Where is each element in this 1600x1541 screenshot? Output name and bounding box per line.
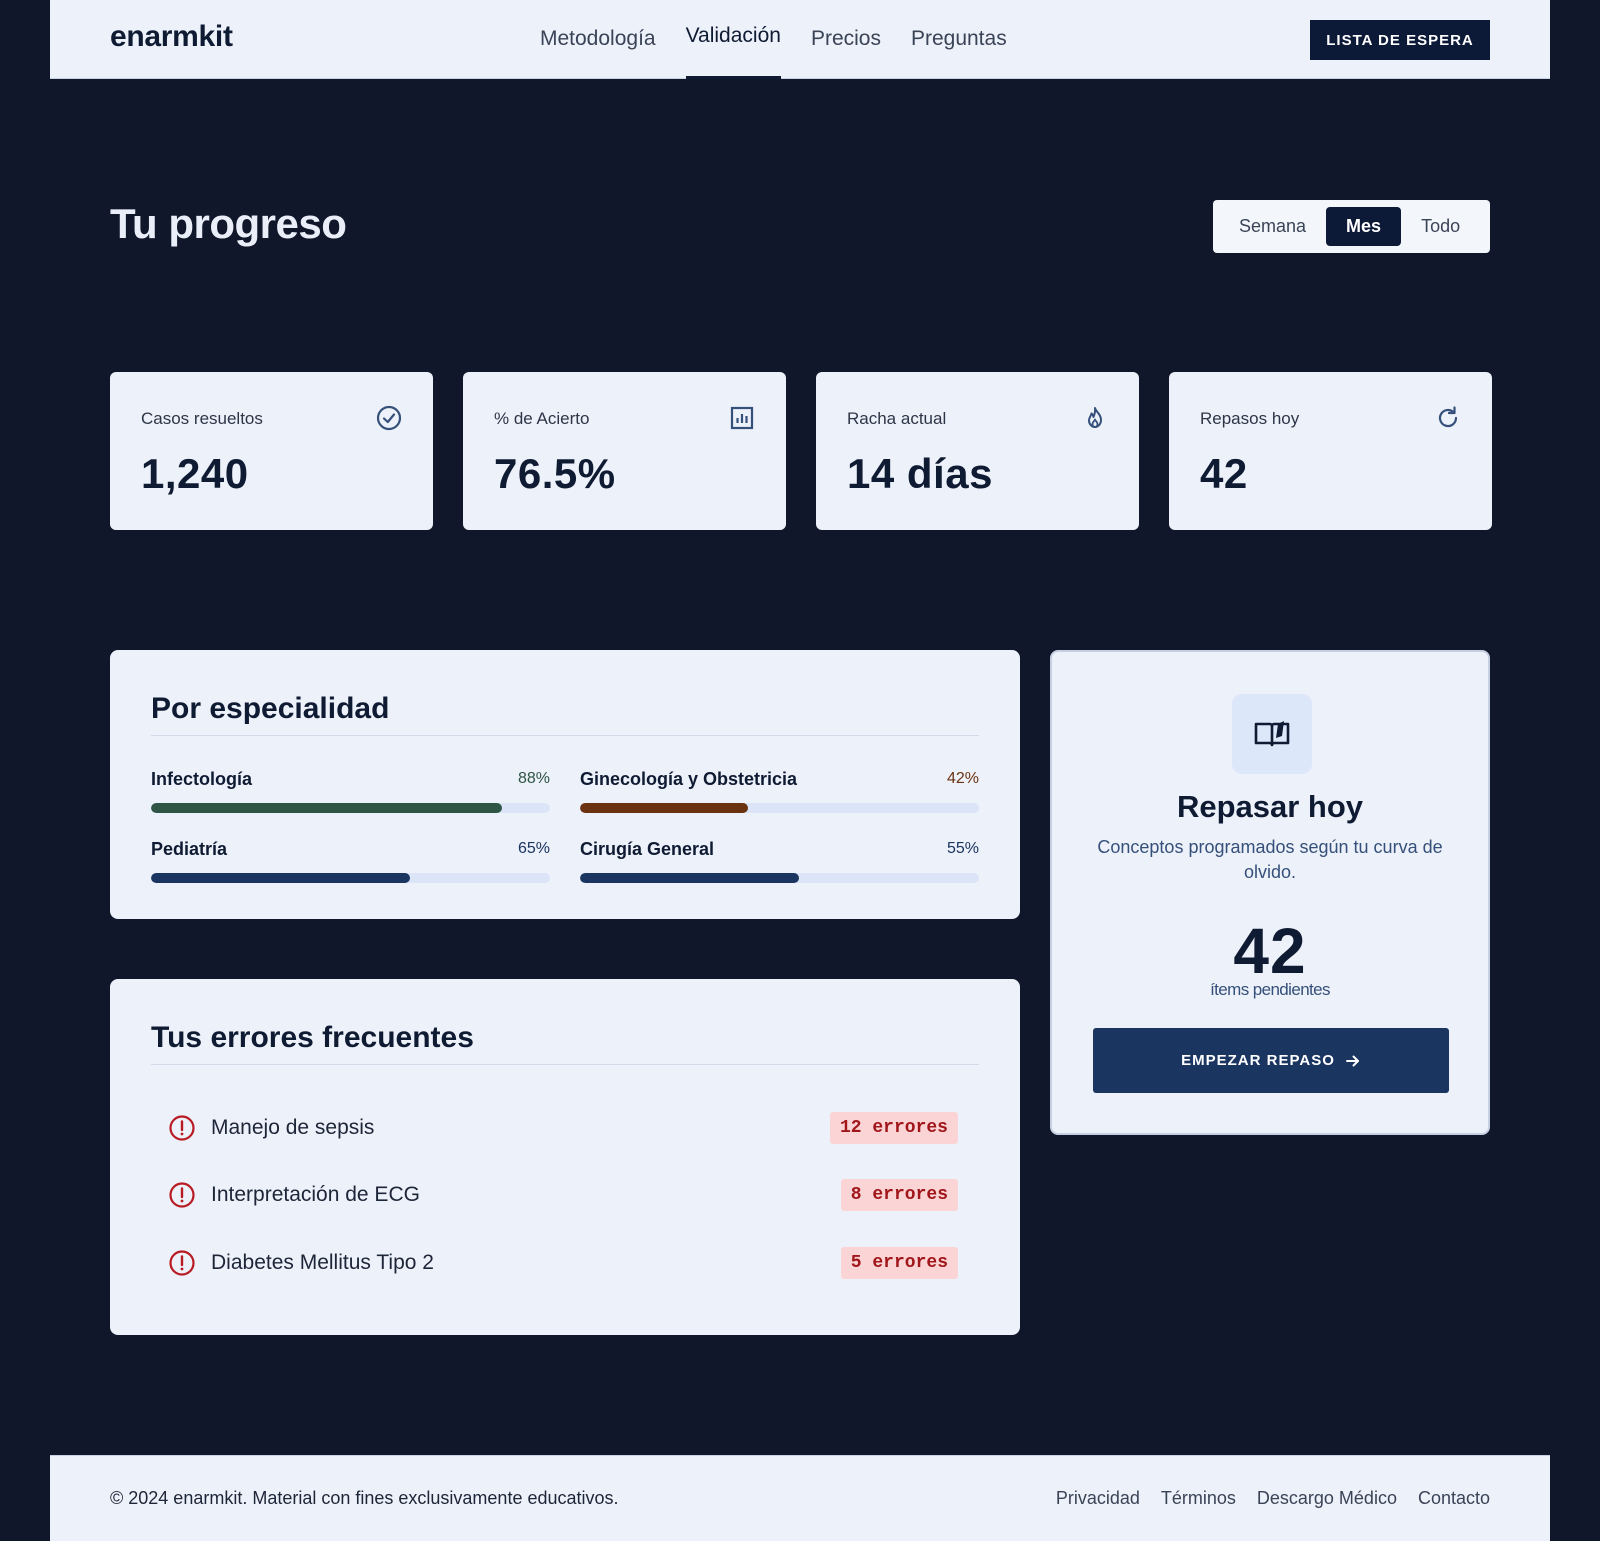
site-footer: © 2024 enarmkit. Material con fines excl…	[50, 1455, 1550, 1541]
error-item[interactable]: Diabetes Mellitus Tipo 2 5 errores	[168, 1247, 958, 1279]
stat-card-acierto: % de Acierto 76.5%	[463, 372, 786, 530]
stat-label: % de Acierto	[494, 409, 590, 428]
period-mes[interactable]: Mes	[1326, 207, 1402, 246]
specialty-percent: 42%	[946, 770, 979, 787]
page-title: Tu progreso	[110, 200, 347, 247]
review-count: 42	[1233, 915, 1307, 987]
errors-card: Tus errores frecuentes Manejo de sepsis …	[110, 979, 1020, 1335]
progress-fill	[151, 803, 503, 813]
specialty-name: Pediatría	[151, 839, 228, 859]
specialty-percent: 55%	[946, 840, 979, 857]
stat-label: Racha actual	[847, 409, 947, 428]
footer-link-contacto[interactable]: Contacto	[1418, 1488, 1490, 1509]
period-semana[interactable]: Semana	[1219, 207, 1326, 246]
error-topic: Interpretación de ECG	[211, 1183, 420, 1206]
refresh-icon	[1438, 406, 1458, 428]
error-item[interactable]: Manejo de sepsis 12 errores	[168, 1112, 958, 1144]
alert-circle-icon	[169, 1250, 195, 1276]
footer-link-descargo[interactable]: Descargo Médico	[1257, 1488, 1397, 1509]
bar-chart-icon	[730, 406, 754, 430]
alert-circle-icon	[169, 1115, 195, 1141]
progress-fill	[580, 873, 800, 883]
stat-label: Repasos hoy	[1200, 409, 1300, 428]
progress-track	[151, 873, 550, 883]
error-topic: Diabetes Mellitus Tipo 2	[211, 1251, 434, 1274]
stat-card-casos: Casos resueltos 1,240	[110, 372, 433, 530]
start-review-label: EMPEZAR REPASO	[1181, 1052, 1335, 1069]
footer-links: Privacidad Términos Descargo Médico Cont…	[1035, 1488, 1490, 1509]
divider	[151, 735, 979, 736]
error-count-badge: 12 errores	[829, 1112, 958, 1144]
logo[interactable]: enarmkit	[110, 20, 233, 54]
footer-link-privacidad[interactable]: Privacidad	[1056, 1488, 1140, 1509]
main-nav: Metodología Validación Precios Preguntas	[540, 0, 1037, 79]
review-icon-box	[1232, 694, 1312, 774]
waitlist-button[interactable]: LISTA DE ESPERA	[1310, 20, 1490, 60]
specialty-name: Ginecología y Obstetricia	[580, 769, 798, 789]
stat-value: 76.5%	[494, 450, 616, 497]
period-todo[interactable]: Todo	[1401, 207, 1480, 246]
progress-track	[580, 873, 979, 883]
period-toggle: Semana Mes Todo	[1213, 200, 1490, 253]
review-card: Repasar hoy Conceptos programados según …	[1050, 650, 1490, 1135]
error-item[interactable]: Interpretación de ECG 8 errores	[168, 1179, 958, 1211]
specialty-percent: 65%	[517, 840, 550, 857]
flame-icon	[1088, 407, 1102, 428]
errors-title: Tus errores frecuentes	[151, 1021, 474, 1054]
copyright: © 2024 enarmkit. Material con fines excl…	[110, 1488, 619, 1508]
footer-link-terminos[interactable]: Términos	[1161, 1488, 1236, 1509]
specialty-name: Infectología	[151, 769, 253, 789]
specialty-percent: 88%	[517, 770, 550, 787]
stat-value: 1,240	[141, 450, 249, 497]
open-book-icon	[1254, 721, 1290, 747]
arrow-right-icon	[1345, 1055, 1359, 1066]
specialty-card: Por especialidad Infectología 88% Gineco…	[110, 650, 1020, 919]
site-header: enarmkit Metodología Validación Precios …	[50, 0, 1550, 79]
progress-track	[580, 803, 979, 813]
review-description: Conceptos programados según tu curva de …	[1097, 837, 1443, 882]
stat-value: 14 días	[847, 450, 993, 497]
nav-precios[interactable]: Precios	[811, 0, 881, 79]
error-count-badge: 5 errores	[840, 1247, 958, 1279]
progress-fill	[580, 803, 748, 813]
error-count-badge: 8 errores	[840, 1179, 958, 1211]
nav-validacion[interactable]: Validación	[685, 0, 782, 79]
progress-fill	[151, 873, 411, 883]
check-circle-icon	[376, 405, 402, 431]
review-title: Repasar hoy	[1176, 789, 1364, 824]
alert-circle-icon	[169, 1182, 195, 1208]
specialty-title: Por especialidad	[151, 692, 390, 725]
start-review-button[interactable]: EMPEZAR REPASO	[1093, 1028, 1449, 1093]
stat-value: 42	[1200, 450, 1248, 497]
stat-card-racha: Racha actual 14 días	[816, 372, 1139, 530]
nav-metodologia[interactable]: Metodología	[540, 0, 656, 79]
stat-card-repasos: Repasos hoy 42	[1169, 372, 1492, 530]
nav-preguntas[interactable]: Preguntas	[911, 0, 1007, 79]
progress-track	[151, 803, 550, 813]
specialty-name: Cirugía General	[580, 839, 715, 859]
stat-label: Casos resueltos	[141, 409, 263, 428]
error-topic: Manejo de sepsis	[211, 1116, 375, 1139]
divider	[151, 1064, 979, 1065]
review-count-label: ítems pendientes	[1210, 980, 1330, 999]
